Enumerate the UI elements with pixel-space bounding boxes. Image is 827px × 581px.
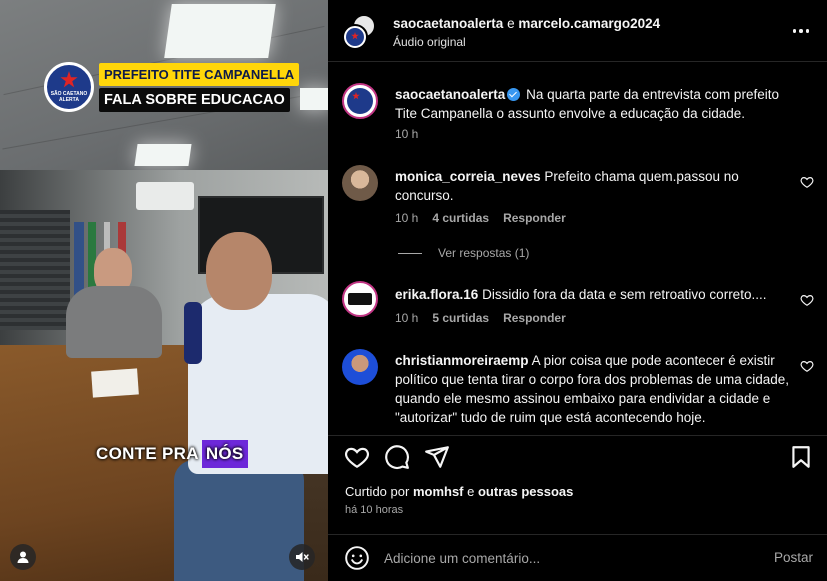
video-caption: CONTE PRA NÓS — [96, 440, 248, 468]
comment-time: 10 h — [395, 211, 419, 225]
video-caption-text: CONTE PRA — [96, 444, 199, 463]
heart-icon[interactable] — [800, 293, 814, 307]
comment-bubble-icon[interactable] — [384, 444, 410, 470]
liked-by-conjunction: e — [467, 484, 475, 499]
header-conjunction: e — [507, 16, 515, 31]
video-caption-highlight: NÓS — [201, 440, 248, 468]
channel-logo: SÃO CAETANO ALERTA — [44, 62, 94, 112]
add-comment-bar: Postar — [328, 534, 827, 581]
comment-text: erika.flora.16 Dissidio fora da data e s… — [395, 285, 795, 304]
caption-text: saocaetanoalerta Na quarta parte da entr… — [395, 85, 795, 123]
comment-time: 10 h — [395, 311, 419, 325]
tagged-users-button[interactable] — [10, 544, 36, 570]
heart-icon[interactable] — [800, 359, 814, 373]
liked-by-user[interactable]: momhsf — [413, 484, 464, 499]
like-heart-icon[interactable] — [344, 444, 370, 470]
microphone — [184, 302, 202, 364]
headline-line-2: FALA SOBRE EDUCACAO — [99, 88, 290, 112]
comment-likes[interactable]: 5 curtidas — [432, 311, 489, 325]
liked-by-prefix: Curtido por — [345, 484, 410, 499]
comment-username[interactable]: christianmoreiraemp — [395, 353, 529, 368]
comment-text: monica_correia_neves Prefeito chama quem… — [395, 167, 795, 205]
window-blinds — [0, 210, 70, 330]
channel-logo-text: SÃO CAETANO ALERTA — [50, 91, 88, 103]
share-send-icon[interactable] — [424, 444, 450, 470]
more-options-button[interactable] — [789, 19, 813, 43]
liked-by-others[interactable]: outras pessoas — [478, 484, 573, 499]
air-conditioner — [136, 182, 194, 210]
collab-avatars[interactable] — [342, 14, 378, 50]
comment-meta: 10 h 4 curtidas Responder — [395, 211, 566, 225]
more-dot — [799, 29, 803, 33]
action-bar — [328, 435, 827, 475]
caption-time: 10 h — [395, 127, 419, 141]
comment-likes[interactable]: 4 curtidas — [432, 211, 489, 225]
post-timestamp[interactable]: há 10 horas — [345, 504, 403, 516]
avatar[interactable] — [342, 349, 378, 385]
bookmark-icon[interactable] — [788, 444, 814, 470]
interviewee-figure — [66, 248, 162, 358]
header-usernames: saocaetanoalerta e marcelo.camargo2024 — [393, 16, 660, 31]
more-dot — [805, 29, 810, 33]
comment-meta: 10 h 5 curtidas Responder — [395, 311, 566, 325]
header-username-2[interactable]: marcelo.camargo2024 — [518, 16, 660, 31]
view-replies-button[interactable]: Ver respostas (1) — [398, 246, 529, 260]
user-icon — [17, 551, 29, 563]
avatar[interactable] — [342, 281, 378, 317]
comment-text: christianmoreiraemp A pior coisa que pod… — [395, 351, 795, 427]
avatar[interactable] — [342, 83, 378, 119]
avatar[interactable] — [342, 165, 378, 201]
liked-by-text: Curtido por momhsf e outras pessoas — [345, 484, 573, 499]
ceiling-light — [134, 144, 192, 166]
reply-button[interactable]: Responder — [503, 311, 566, 325]
channel-logo-icon — [347, 88, 373, 114]
comment-username[interactable]: monica_correia_neves — [395, 169, 541, 184]
comment-input[interactable] — [384, 547, 764, 569]
ceiling-light — [300, 88, 328, 110]
verified-badge-icon — [507, 88, 521, 101]
comment-username[interactable]: erika.flora.16 — [395, 287, 478, 302]
original-audio-link[interactable]: Áudio original — [393, 35, 466, 49]
paper-sheet — [91, 368, 139, 398]
header-username-1[interactable]: saocaetanoalerta — [393, 16, 503, 31]
mute-button[interactable] — [289, 544, 315, 570]
comments-scroll[interactable]: saocaetanoalerta Na quarta parte da entr… — [328, 63, 827, 435]
caption-meta: 10 h — [395, 127, 418, 141]
avatar-logo-icon — [348, 293, 372, 305]
post-header: saocaetanoalerta e marcelo.camargo2024 Á… — [328, 0, 827, 62]
emoji-icon[interactable] — [344, 545, 370, 571]
ceiling-light — [164, 4, 276, 58]
reply-button[interactable]: Responder — [503, 211, 566, 225]
comment-body: Dissidio fora da data e sem retroativo c… — [482, 287, 767, 302]
speaker-muted-icon — [296, 552, 309, 562]
post-video[interactable]: SÃO CAETANO ALERTA PREFEITO TITE CAMPANE… — [0, 0, 328, 581]
star-icon — [60, 71, 78, 88]
replies-divider — [398, 252, 422, 254]
post-comment-button[interactable]: Postar — [774, 550, 813, 565]
interviewer-figure — [168, 232, 328, 581]
more-horizontal-icon — [792, 29, 797, 33]
channel-logo-icon — [346, 28, 364, 46]
caption-username[interactable]: saocaetanoalerta — [395, 87, 505, 102]
heart-icon[interactable] — [800, 175, 814, 189]
post-panel: saocaetanoalerta e marcelo.camargo2024 Á… — [328, 0, 827, 581]
avatar[interactable] — [342, 24, 368, 50]
view-replies-label[interactable]: Ver respostas (1) — [438, 246, 529, 260]
headline-line-1: PREFEITO TITE CAMPANELLA — [99, 63, 300, 86]
